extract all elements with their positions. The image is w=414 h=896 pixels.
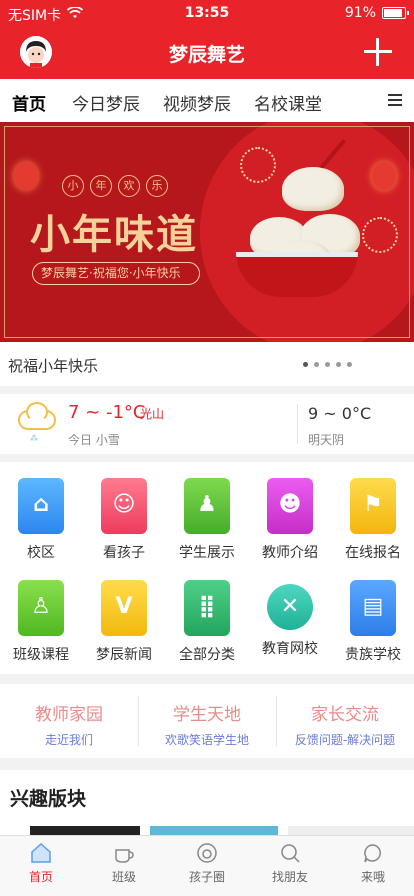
grid-item-news[interactable]: V 梦辰新闻 <box>84 564 164 664</box>
student-icon: ♟ <box>184 478 230 534</box>
grid-item-label: 学生展示 <box>179 545 235 561</box>
banner-headline: 小年味道 <box>30 212 198 258</box>
home-icon <box>30 842 52 864</box>
menu-icon[interactable] <box>388 94 402 106</box>
grid-item-watch-child[interactable]: ☺ 看孩子 <box>84 462 164 562</box>
grid-item-label: 梦辰新闻 <box>96 647 152 663</box>
grid-item-edu-online[interactable]: ✕ 教育网校 <box>250 564 330 658</box>
caption-text: 祝福小年快乐 <box>8 357 99 375</box>
grid-item-label: 校区 <box>27 545 55 561</box>
teacher-icon: ☻ <box>267 478 313 534</box>
circle-icon <box>196 842 218 864</box>
nav-find-friends[interactable]: 找朋友 <box>249 842 331 885</box>
firework-icon <box>240 147 276 183</box>
section-student-world[interactable]: 学生天地 欢歌笑语学生地 <box>138 684 276 758</box>
banner-tag-char: 年 <box>90 175 112 197</box>
bottom-nav: 首页 班级 孩子圈 找朋友 来哦 <box>0 835 414 896</box>
lantern-icon <box>14 162 38 190</box>
weather-card[interactable]: ⁂ 7 ~ -1°C 光山 今日 小雪 9 ~ 0°C 明天阴 <box>0 394 414 454</box>
grid-item-label: 全部分类 <box>179 647 235 663</box>
page-title: 梦辰舞艺 <box>168 44 245 66</box>
interest-title: 兴趣版块 <box>10 788 87 810</box>
carousel-dots[interactable] <box>303 362 352 367</box>
nav-label: 来哦 <box>360 870 385 884</box>
nav-come[interactable]: 来哦 <box>332 842 414 885</box>
tab-video[interactable]: 视频梦辰 <box>163 90 231 115</box>
search-icon <box>279 842 301 864</box>
chat-icon <box>362 842 384 864</box>
nav-home[interactable]: 首页 <box>0 842 82 885</box>
flag-icon: ⚑ <box>350 478 396 534</box>
school-icon: ⌂ <box>18 478 64 534</box>
snow-cloud-icon <box>18 402 56 430</box>
grid-item-campus[interactable]: ⌂ 校区 <box>1 462 81 562</box>
app-header: 无SIM卡 13:55 91% 梦辰舞艺 <box>0 0 414 79</box>
section-parent-exchange[interactable]: 家长交流 反馈问题-解决问题 <box>276 684 414 758</box>
nav-child-circle[interactable]: 孩子圈 <box>166 842 248 885</box>
tab-home[interactable]: 首页 <box>12 90 46 125</box>
lantern-icon <box>372 162 396 190</box>
divider <box>297 404 298 444</box>
nav-label: 首页 <box>28 870 53 884</box>
grid-item-noble-school[interactable]: ▤ 贵族学校 <box>333 564 413 664</box>
tab-school-class[interactable]: 名校课堂 <box>254 90 322 115</box>
grid-item-label: 贵族学校 <box>345 647 401 663</box>
grid-item-label: 班级课程 <box>13 647 69 663</box>
snow-drops-icon: ⁂ <box>30 434 38 443</box>
battery-percent: 91% <box>344 5 376 21</box>
nav-label: 找朋友 <box>271 870 308 884</box>
child-icon: ☺ <box>101 478 147 534</box>
nav-class[interactable]: 班级 <box>83 842 165 885</box>
today-description: 今日 小雪 <box>68 433 120 447</box>
dumpling-icon <box>282 167 344 211</box>
tab-bar: 首页 今日梦辰 视频梦辰 名校课堂 <box>0 79 414 125</box>
grid-item-label: 看孩子 <box>103 545 145 561</box>
section-subtitle: 欢歌笑语学生地 <box>164 733 249 747</box>
cup-icon <box>113 842 135 864</box>
banner-carousel[interactable]: 小 年 欢 乐 小年味道 梦辰舞艺·祝福您·小年快乐 <box>0 122 414 342</box>
grid-item-online-signup[interactable]: ⚑ 在线报名 <box>333 462 413 562</box>
add-icon[interactable] <box>364 38 392 66</box>
feature-grid: ⌂ 校区 ☺ 看孩子 ♟ 学生展示 ☻ 教师介绍 ⚑ 在线报名 ♙ 班级课程 V… <box>0 462 414 674</box>
grid-item-all-categories[interactable]: ⣿ 全部分类 <box>167 564 247 664</box>
grid-item-label: 教育网校 <box>262 641 318 657</box>
tomorrow-description: 明天阴 <box>308 433 345 447</box>
section-teacher-home[interactable]: 教师家园 走近我们 <box>0 684 138 758</box>
nav-label: 孩子圈 <box>188 870 225 884</box>
interest-section: 兴趣版块 <box>0 770 414 836</box>
grid-item-class-course[interactable]: ♙ 班级课程 <box>1 564 81 664</box>
banner-subtitle: 梦辰舞艺·祝福您·小年快乐 <box>32 262 200 285</box>
firework-icon <box>362 217 398 253</box>
battery-icon <box>382 7 409 19</box>
status-bar: 无SIM卡 13:55 91% <box>0 0 414 26</box>
noble-school-icon: ▤ <box>350 580 396 636</box>
grid-item-label: 在线报名 <box>345 545 401 561</box>
section-links: 教师家园 走近我们 学生天地 欢歌笑语学生地 家长交流 反馈问题-解决问题 <box>0 684 414 758</box>
banner-tag-char: 小 <box>62 175 84 197</box>
section-title: 家长交流 <box>311 705 379 725</box>
section-title: 教师家园 <box>35 705 103 725</box>
banner-tag-char: 乐 <box>146 175 168 197</box>
grid-item-teacher-intro[interactable]: ☻ 教师介绍 <box>250 462 330 562</box>
section-subtitle: 反馈问题-解决问题 <box>294 733 396 747</box>
class-icon: ♙ <box>18 580 64 636</box>
city-name: 光山 <box>140 407 165 421</box>
section-subtitle: 走近我们 <box>44 733 93 747</box>
category-icon: ⣿ <box>184 580 230 636</box>
grid-item-label: 教师介绍 <box>262 545 318 561</box>
section-title: 学生天地 <box>173 705 241 725</box>
edu-icon: ✕ <box>267 584 313 630</box>
banner-tag-char: 欢 <box>118 175 140 197</box>
tab-today[interactable]: 今日梦辰 <box>72 90 140 115</box>
tomorrow-temperature: 9 ~ 0°C <box>308 404 372 423</box>
today-temperature: 7 ~ -1°C <box>68 402 146 423</box>
banner-caption: 祝福小年快乐 <box>0 342 414 386</box>
news-icon: V <box>101 580 147 636</box>
grid-item-student-show[interactable]: ♟ 学生展示 <box>167 462 247 562</box>
nav-label: 班级 <box>111 870 136 884</box>
